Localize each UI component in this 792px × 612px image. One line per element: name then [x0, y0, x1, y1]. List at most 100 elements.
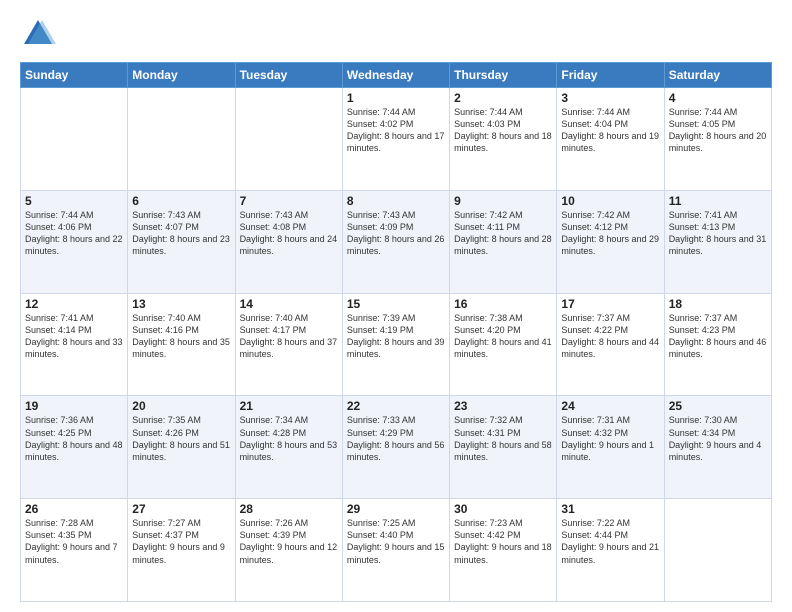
- weekday-tuesday: Tuesday: [235, 63, 342, 88]
- day-info: Sunrise: 7:44 AM Sunset: 4:02 PM Dayligh…: [347, 106, 445, 155]
- calendar-header: SundayMondayTuesdayWednesdayThursdayFrid…: [21, 63, 772, 88]
- day-number: 9: [454, 194, 552, 208]
- day-number: 16: [454, 297, 552, 311]
- day-info: Sunrise: 7:39 AM Sunset: 4:19 PM Dayligh…: [347, 312, 445, 361]
- day-cell: [235, 88, 342, 191]
- weekday-saturday: Saturday: [664, 63, 771, 88]
- day-cell: 13Sunrise: 7:40 AM Sunset: 4:16 PM Dayli…: [128, 293, 235, 396]
- day-info: Sunrise: 7:37 AM Sunset: 4:22 PM Dayligh…: [561, 312, 659, 361]
- week-row-3: 19Sunrise: 7:36 AM Sunset: 4:25 PM Dayli…: [21, 396, 772, 499]
- day-info: Sunrise: 7:34 AM Sunset: 4:28 PM Dayligh…: [240, 414, 338, 463]
- day-number: 20: [132, 399, 230, 413]
- day-info: Sunrise: 7:36 AM Sunset: 4:25 PM Dayligh…: [25, 414, 123, 463]
- day-number: 28: [240, 502, 338, 516]
- day-number: 8: [347, 194, 445, 208]
- day-cell: 9Sunrise: 7:42 AM Sunset: 4:11 PM Daylig…: [450, 190, 557, 293]
- day-number: 24: [561, 399, 659, 413]
- day-info: Sunrise: 7:44 AM Sunset: 4:06 PM Dayligh…: [25, 209, 123, 258]
- day-info: Sunrise: 7:22 AM Sunset: 4:44 PM Dayligh…: [561, 517, 659, 566]
- weekday-friday: Friday: [557, 63, 664, 88]
- day-cell: 20Sunrise: 7:35 AM Sunset: 4:26 PM Dayli…: [128, 396, 235, 499]
- day-cell: 4Sunrise: 7:44 AM Sunset: 4:05 PM Daylig…: [664, 88, 771, 191]
- day-info: Sunrise: 7:41 AM Sunset: 4:14 PM Dayligh…: [25, 312, 123, 361]
- day-number: 25: [669, 399, 767, 413]
- day-info: Sunrise: 7:31 AM Sunset: 4:32 PM Dayligh…: [561, 414, 659, 463]
- day-number: 21: [240, 399, 338, 413]
- day-number: 15: [347, 297, 445, 311]
- day-info: Sunrise: 7:35 AM Sunset: 4:26 PM Dayligh…: [132, 414, 230, 463]
- day-cell: 23Sunrise: 7:32 AM Sunset: 4:31 PM Dayli…: [450, 396, 557, 499]
- day-number: 11: [669, 194, 767, 208]
- day-cell: 29Sunrise: 7:25 AM Sunset: 4:40 PM Dayli…: [342, 499, 449, 602]
- page: SundayMondayTuesdayWednesdayThursdayFrid…: [0, 0, 792, 612]
- day-cell: 27Sunrise: 7:27 AM Sunset: 4:37 PM Dayli…: [128, 499, 235, 602]
- day-info: Sunrise: 7:44 AM Sunset: 4:05 PM Dayligh…: [669, 106, 767, 155]
- day-cell: 5Sunrise: 7:44 AM Sunset: 4:06 PM Daylig…: [21, 190, 128, 293]
- day-cell: 21Sunrise: 7:34 AM Sunset: 4:28 PM Dayli…: [235, 396, 342, 499]
- header: [20, 16, 772, 52]
- day-cell: 28Sunrise: 7:26 AM Sunset: 4:39 PM Dayli…: [235, 499, 342, 602]
- calendar-table: SundayMondayTuesdayWednesdayThursdayFrid…: [20, 62, 772, 602]
- calendar-body: 1Sunrise: 7:44 AM Sunset: 4:02 PM Daylig…: [21, 88, 772, 602]
- day-number: 5: [25, 194, 123, 208]
- day-cell: 2Sunrise: 7:44 AM Sunset: 4:03 PM Daylig…: [450, 88, 557, 191]
- day-number: 10: [561, 194, 659, 208]
- day-number: 29: [347, 502, 445, 516]
- day-info: Sunrise: 7:30 AM Sunset: 4:34 PM Dayligh…: [669, 414, 767, 463]
- day-number: 7: [240, 194, 338, 208]
- logo: [20, 16, 60, 52]
- day-number: 17: [561, 297, 659, 311]
- day-number: 3: [561, 91, 659, 105]
- day-info: Sunrise: 7:27 AM Sunset: 4:37 PM Dayligh…: [132, 517, 230, 566]
- weekday-wednesday: Wednesday: [342, 63, 449, 88]
- day-info: Sunrise: 7:41 AM Sunset: 4:13 PM Dayligh…: [669, 209, 767, 258]
- day-cell: 19Sunrise: 7:36 AM Sunset: 4:25 PM Dayli…: [21, 396, 128, 499]
- day-info: Sunrise: 7:32 AM Sunset: 4:31 PM Dayligh…: [454, 414, 552, 463]
- day-cell: 3Sunrise: 7:44 AM Sunset: 4:04 PM Daylig…: [557, 88, 664, 191]
- day-number: 14: [240, 297, 338, 311]
- day-info: Sunrise: 7:40 AM Sunset: 4:17 PM Dayligh…: [240, 312, 338, 361]
- day-info: Sunrise: 7:43 AM Sunset: 4:07 PM Dayligh…: [132, 209, 230, 258]
- day-cell: 10Sunrise: 7:42 AM Sunset: 4:12 PM Dayli…: [557, 190, 664, 293]
- day-cell: 16Sunrise: 7:38 AM Sunset: 4:20 PM Dayli…: [450, 293, 557, 396]
- weekday-sunday: Sunday: [21, 63, 128, 88]
- day-cell: 26Sunrise: 7:28 AM Sunset: 4:35 PM Dayli…: [21, 499, 128, 602]
- day-number: 2: [454, 91, 552, 105]
- week-row-0: 1Sunrise: 7:44 AM Sunset: 4:02 PM Daylig…: [21, 88, 772, 191]
- day-cell: 15Sunrise: 7:39 AM Sunset: 4:19 PM Dayli…: [342, 293, 449, 396]
- day-info: Sunrise: 7:42 AM Sunset: 4:11 PM Dayligh…: [454, 209, 552, 258]
- day-cell: 18Sunrise: 7:37 AM Sunset: 4:23 PM Dayli…: [664, 293, 771, 396]
- day-info: Sunrise: 7:25 AM Sunset: 4:40 PM Dayligh…: [347, 517, 445, 566]
- day-cell: 17Sunrise: 7:37 AM Sunset: 4:22 PM Dayli…: [557, 293, 664, 396]
- day-cell: 11Sunrise: 7:41 AM Sunset: 4:13 PM Dayli…: [664, 190, 771, 293]
- day-info: Sunrise: 7:44 AM Sunset: 4:04 PM Dayligh…: [561, 106, 659, 155]
- weekday-row: SundayMondayTuesdayWednesdayThursdayFrid…: [21, 63, 772, 88]
- day-cell: [664, 499, 771, 602]
- day-info: Sunrise: 7:40 AM Sunset: 4:16 PM Dayligh…: [132, 312, 230, 361]
- week-row-1: 5Sunrise: 7:44 AM Sunset: 4:06 PM Daylig…: [21, 190, 772, 293]
- logo-icon: [20, 16, 56, 52]
- day-cell: 30Sunrise: 7:23 AM Sunset: 4:42 PM Dayli…: [450, 499, 557, 602]
- day-cell: 31Sunrise: 7:22 AM Sunset: 4:44 PM Dayli…: [557, 499, 664, 602]
- day-number: 1: [347, 91, 445, 105]
- day-info: Sunrise: 7:43 AM Sunset: 4:09 PM Dayligh…: [347, 209, 445, 258]
- day-number: 22: [347, 399, 445, 413]
- day-cell: 8Sunrise: 7:43 AM Sunset: 4:09 PM Daylig…: [342, 190, 449, 293]
- day-info: Sunrise: 7:23 AM Sunset: 4:42 PM Dayligh…: [454, 517, 552, 566]
- weekday-thursday: Thursday: [450, 63, 557, 88]
- day-number: 18: [669, 297, 767, 311]
- day-number: 4: [669, 91, 767, 105]
- day-info: Sunrise: 7:28 AM Sunset: 4:35 PM Dayligh…: [25, 517, 123, 566]
- day-info: Sunrise: 7:38 AM Sunset: 4:20 PM Dayligh…: [454, 312, 552, 361]
- day-info: Sunrise: 7:26 AM Sunset: 4:39 PM Dayligh…: [240, 517, 338, 566]
- day-cell: 25Sunrise: 7:30 AM Sunset: 4:34 PM Dayli…: [664, 396, 771, 499]
- day-number: 27: [132, 502, 230, 516]
- day-cell: [21, 88, 128, 191]
- day-info: Sunrise: 7:44 AM Sunset: 4:03 PM Dayligh…: [454, 106, 552, 155]
- week-row-2: 12Sunrise: 7:41 AM Sunset: 4:14 PM Dayli…: [21, 293, 772, 396]
- day-number: 30: [454, 502, 552, 516]
- day-info: Sunrise: 7:42 AM Sunset: 4:12 PM Dayligh…: [561, 209, 659, 258]
- day-number: 31: [561, 502, 659, 516]
- day-number: 12: [25, 297, 123, 311]
- day-number: 6: [132, 194, 230, 208]
